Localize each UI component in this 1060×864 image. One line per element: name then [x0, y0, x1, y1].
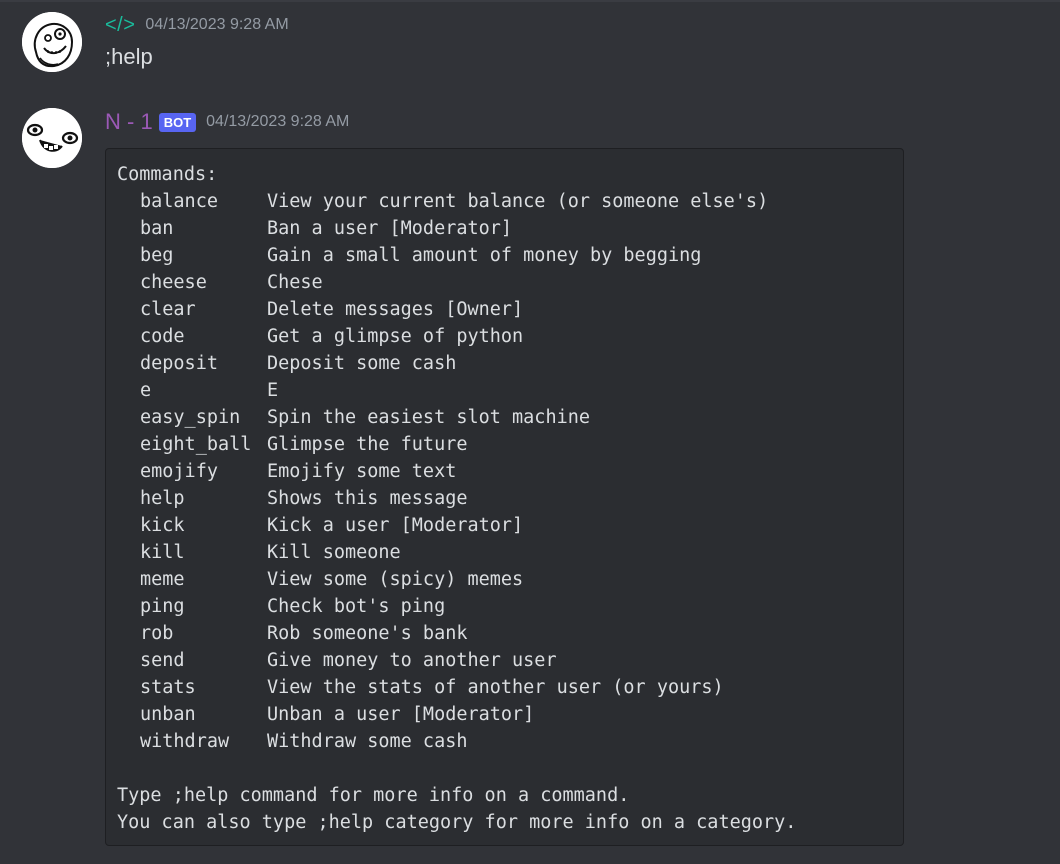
command-name: clear [140, 299, 196, 320]
message-header: N - 1 BOT 04/13/2023 9:28 AM [105, 108, 349, 136]
command-description: Kick a user [Moderator] [267, 515, 524, 536]
command-name: beg [140, 245, 174, 266]
message-bot-help: N - 1 BOT 04/13/2023 9:28 AM Commands: b… [0, 100, 1060, 860]
command-description: Emojify some text [267, 461, 457, 482]
command-name: withdraw [140, 731, 230, 752]
command-name: balance [140, 191, 218, 212]
command-row: send Give money to another user [117, 647, 892, 674]
user-avatar-icon[interactable] [22, 12, 82, 72]
command-row: easy_spin Spin the easiest slot machine [117, 404, 892, 431]
command-row: meme View some (spicy) memes [117, 566, 892, 593]
command-description: Chese [267, 272, 323, 293]
command-description: Get a glimpse of python [267, 326, 524, 347]
command-name: unban [140, 704, 196, 725]
command-name: e [140, 380, 152, 401]
command-description: Give money to another user [267, 650, 557, 671]
command-description: Unban a user [Moderator] [267, 704, 535, 725]
command-name: emojify [140, 461, 218, 482]
command-name: rob [140, 623, 174, 644]
command-name: easy_spin [140, 407, 241, 428]
help-footer-command: Type ;help command for more info on a co… [117, 785, 630, 806]
username[interactable]: </> [105, 14, 135, 37]
command-row: balance View your current balance (or som… [117, 188, 892, 215]
timestamp: 04/13/2023 9:28 AM [145, 16, 289, 33]
command-row: kick Kick a user [Moderator] [117, 512, 892, 539]
command-description: Delete messages [Owner] [267, 299, 524, 320]
bot-avatar-icon[interactable] [22, 108, 82, 168]
command-list: balance View your current balance (or som… [117, 188, 892, 755]
command-name: send [140, 650, 185, 671]
command-description: Shows this message [267, 488, 468, 509]
command-name: code [140, 326, 185, 347]
command-row: ban Ban a user [Moderator] [117, 215, 892, 242]
message-user-help: </> 04/13/2023 9:28 AM ;help [0, 2, 1060, 92]
command-row: withdraw Withdraw some cash [117, 728, 892, 755]
command-row: help Shows this message [117, 485, 892, 512]
bot-badge: BOT [158, 112, 197, 132]
command-description: View your current balance (or someone el… [267, 191, 769, 212]
command-row: ping Check bot's ping [117, 593, 892, 620]
commands-heading: Commands: [117, 164, 218, 185]
command-row: deposit Deposit some cash [117, 350, 892, 377]
command-name: kill [140, 542, 185, 563]
command-description: Ban a user [Moderator] [267, 218, 513, 239]
command-description: Gain a small amount of money by begging [267, 245, 702, 266]
command-row: kill Kill someone [117, 539, 892, 566]
command-name: cheese [140, 272, 207, 293]
chat-messages: </> 04/13/2023 9:28 AM ;help N - 1 BOT 0… [0, 0, 1060, 864]
command-row: rob Rob someone's bank [117, 620, 892, 647]
command-row: clear Delete messages [Owner] [117, 296, 892, 323]
command-row: cheese Chese [117, 269, 892, 296]
command-name: kick [140, 515, 185, 536]
command-description: Spin the easiest slot machine [267, 407, 591, 428]
command-row: eight_ball Glimpse the future [117, 431, 892, 458]
goofy-face-avatar-icon [22, 108, 82, 168]
command-row: unban Unban a user [Moderator] [117, 701, 892, 728]
command-name: ban [140, 218, 174, 239]
command-row: emojify Emojify some text [117, 458, 892, 485]
command-description: E [267, 380, 279, 401]
command-name: eight_ball [140, 434, 252, 455]
command-name: stats [140, 677, 196, 698]
command-name: meme [140, 569, 185, 590]
command-row: stats View the stats of another user (or … [117, 674, 892, 701]
bot-username[interactable]: N - 1 [105, 109, 153, 135]
troll-face-avatar-icon [22, 12, 82, 72]
help-codeblock: Commands: balance View your current balan… [105, 148, 904, 846]
command-name: help [140, 488, 185, 509]
timestamp: 04/13/2023 9:28 AM [206, 113, 350, 130]
command-row: beg Gain a small amount of money by beggi… [117, 242, 892, 269]
command-description: Deposit some cash [267, 353, 457, 374]
command-name: deposit [140, 353, 218, 374]
message-header: </> 04/13/2023 9:28 AM [105, 12, 289, 38]
command-row: code Get a glimpse of python [117, 323, 892, 350]
message-content: ;help [105, 44, 153, 69]
command-description: Rob someone's bank [267, 623, 468, 644]
command-description: View the stats of another user (or yours… [267, 677, 724, 698]
command-description: Check bot's ping [267, 596, 446, 617]
command-description: View some (spicy) memes [267, 569, 524, 590]
command-description: Glimpse the future [267, 434, 468, 455]
help-footer-category: You can also type ;help category for mor… [117, 812, 797, 833]
command-row: eE [117, 377, 892, 404]
command-description: Kill someone [267, 542, 401, 563]
command-description: Withdraw some cash [267, 731, 468, 752]
command-name: ping [140, 596, 185, 617]
